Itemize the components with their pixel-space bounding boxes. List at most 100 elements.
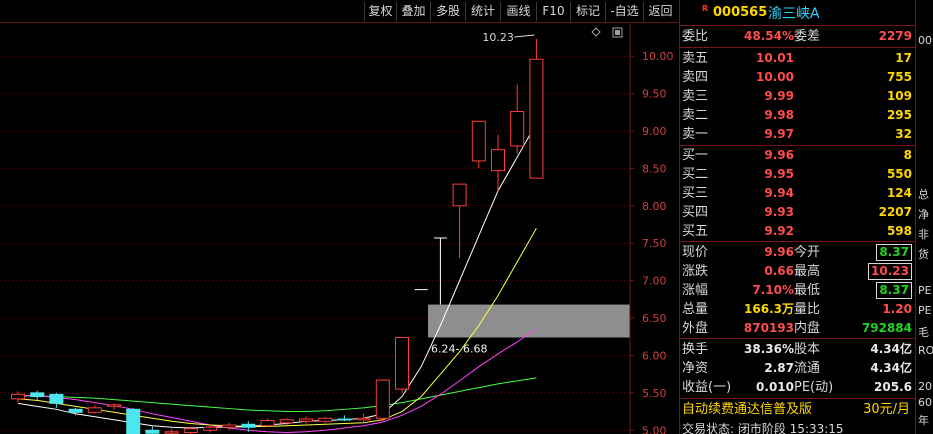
candle-body: [299, 418, 313, 422]
fund-row: 净资 2.87 流通 4.34亿: [680, 359, 916, 378]
up-candle: [318, 416, 333, 423]
stock-name[interactable]: 渝三峡A: [768, 3, 820, 23]
candle-body: [395, 336, 409, 390]
ask-row: 卖四 10.00 755: [680, 68, 916, 87]
bid-row-value: 9.93: [764, 205, 794, 219]
promo-price[interactable]: 30元/月: [863, 399, 910, 420]
candle-body: [452, 183, 467, 207]
bid-row: 买三 9.94 124: [680, 184, 916, 203]
up-candle: [375, 379, 390, 422]
side-info-item: 年: [918, 414, 929, 427]
order-ratio-label: 委比: [682, 29, 709, 44]
up-candle: [107, 403, 121, 410]
candle-body: [375, 379, 390, 419]
moving-averages: [17, 123, 537, 434]
kline-chart[interactable]: 6.24- 6.68 10.00 9.50 9.00 8.50 8.00 7.50 7.00…: [0, 24, 678, 434]
side-info-panel: 00 总净非货 PE PE 毛 RO 20 60 年: [915, 0, 933, 434]
up-candle: [87, 404, 102, 414]
down-candle: [126, 407, 141, 434]
order-diff-value: 2279: [878, 29, 912, 43]
stat-row-label2: 最低: [794, 283, 821, 298]
bid-row: 买五 9.92 598: [680, 222, 916, 241]
price-axis: 10.00 9.50 9.00 8.50 8.00 7.50 7.00 6.50 6.00 5.5…: [629, 24, 674, 434]
promo-text[interactable]: 自动续费通达信普及版: [682, 399, 812, 420]
overlay-button[interactable]: 叠加: [396, 2, 430, 21]
margin-trading-mark: R: [702, 4, 709, 13]
ask-row-value: 10.01: [756, 51, 794, 65]
stat-row: 涨幅 7.10% 最低 8.37: [680, 281, 916, 300]
price-tick-label: 6.00: [642, 349, 667, 362]
stat-row-label2: 最高: [794, 264, 821, 279]
diamond-icon[interactable]: [591, 27, 601, 37]
fuquan-button[interactable]: 复权: [364, 2, 396, 21]
ask-row: 卖三 9.99 109: [680, 87, 916, 106]
up-candle: [510, 84, 525, 154]
price-tick-label: 9.50: [642, 88, 667, 101]
down-candle: [30, 390, 45, 401]
stat-row-value: 0.66: [764, 264, 794, 278]
price-tick-label: 7.50: [642, 237, 667, 250]
ask-row-label: 卖五: [682, 51, 709, 66]
candle-body: [30, 392, 45, 398]
candle-body: [68, 408, 83, 413]
price-range-label: 6.24- 6.68: [431, 342, 487, 355]
bid-row: 买四 9.93 2207: [680, 203, 916, 222]
stat-row-value: 870193: [743, 321, 794, 335]
stat-row-value: 166.3万: [744, 302, 794, 316]
statistics-button[interactable]: 统计: [465, 2, 500, 21]
bid-row-label: 买四: [682, 205, 709, 220]
bid-row-label: 买一: [682, 148, 709, 163]
fund-row-label: 净资: [682, 361, 709, 376]
stat-row-value2: 792884: [861, 321, 912, 335]
ask-row-label: 卖四: [682, 70, 709, 85]
bid-row-value: 9.92: [764, 224, 794, 238]
fund-row-value2: 4.34亿: [870, 342, 912, 356]
divider: [680, 241, 916, 242]
back-button[interactable]: 返回: [643, 2, 677, 21]
ask-row-label: 卖二: [682, 108, 709, 123]
candle-body: [260, 420, 275, 427]
side-info-item: 非: [918, 228, 929, 241]
bid-row-value2: 124: [886, 186, 912, 200]
fund-row-label2: PE(动): [794, 380, 834, 395]
side-info-item: PE: [918, 304, 932, 317]
ask-row-value: 10.00: [756, 70, 794, 84]
candle-body: [529, 58, 544, 179]
stat-row-value2: 8.37: [876, 282, 912, 299]
bid-row-value: 9.94: [764, 186, 794, 200]
side-info-item: RO: [918, 344, 933, 357]
stat-row: 外盘 870193 内盘 792884: [680, 319, 916, 338]
promo-banner[interactable]: 自动续费通达信普及版 30元/月: [680, 399, 916, 420]
bid-row-value2: 550: [886, 167, 912, 181]
order-diff-label: 委差: [794, 29, 821, 44]
price-tick-label: 7.00: [642, 275, 667, 288]
bid-row-value2: 598: [886, 224, 912, 238]
stat-row-label: 总量: [682, 302, 709, 317]
fund-row-label2: 股本: [794, 342, 821, 357]
chart-corner-icons[interactable]: [591, 27, 623, 38]
price-tick-label: 9.00: [642, 125, 667, 138]
candles: [11, 38, 544, 434]
stock-code[interactable]: 000565: [713, 5, 767, 20]
order-ratio-row: 委比 48.54% 委差 2279: [680, 27, 916, 46]
down-candle: [49, 392, 64, 408]
f10-button[interactable]: F10: [536, 2, 570, 21]
stat-row-value: 7.10%: [752, 283, 794, 297]
draw-line-button[interactable]: 画线: [500, 2, 536, 21]
ma5-line: [17, 123, 537, 429]
stat-row-value2: 8.37: [876, 244, 912, 261]
stat-row-label: 涨幅: [682, 283, 709, 298]
mark-button[interactable]: 标记: [570, 2, 605, 21]
up-candle: [299, 416, 313, 424]
side-info-item: 货: [918, 248, 929, 261]
bid-row-value: 9.95: [764, 167, 794, 181]
remove-watchlist-button[interactable]: -自选: [605, 2, 643, 21]
up-candle: [529, 38, 544, 179]
multi-stock-button[interactable]: 多股: [430, 2, 465, 21]
candle-body: [279, 419, 294, 424]
candle-body: [510, 111, 525, 147]
up-candle: [452, 183, 467, 259]
kline-svg[interactable]: 6.24- 6.68 10.00 9.50 9.00 8.50 8.00 7.50 7.00…: [0, 24, 678, 434]
up-candle: [11, 391, 25, 402]
ask-row-value2: 32: [895, 127, 912, 141]
